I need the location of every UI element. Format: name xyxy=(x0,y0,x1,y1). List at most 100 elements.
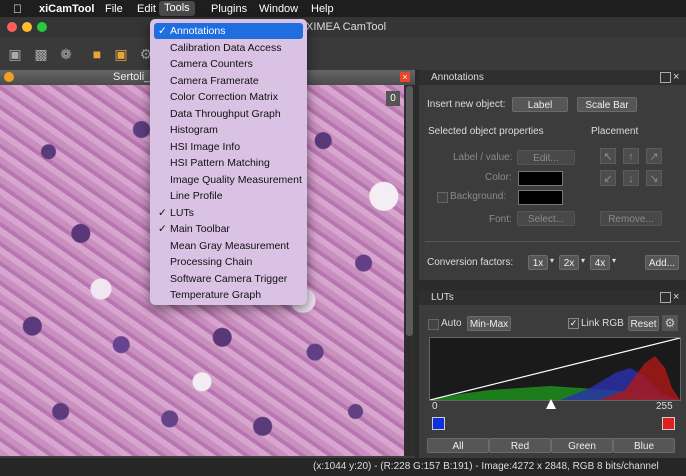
luts-panel-header: LUTs × xyxy=(419,290,686,305)
factor-1x[interactable]: 1x xyxy=(528,255,548,270)
arrow-up-icon[interactable]: ↑ xyxy=(623,148,639,164)
menu-item-histogram[interactable]: Histogram xyxy=(154,122,303,138)
menu-item-processing-chain[interactable]: Processing Chain xyxy=(154,254,303,270)
conversion-factors-label: Conversion factors: xyxy=(427,257,514,268)
menu-item-luts[interactable]: ✓ LUTs xyxy=(154,205,303,221)
channel-tab-all[interactable]: All xyxy=(427,438,489,453)
background-label: Background: xyxy=(450,191,507,202)
auto-checkbox[interactable] xyxy=(428,319,439,330)
open-folder-icon[interactable]: ■ xyxy=(88,45,106,63)
select-font-button[interactable]: Select... xyxy=(517,211,575,226)
camera-icon[interactable]: ▩ xyxy=(32,45,50,63)
image-counter: 0 xyxy=(386,91,400,106)
save-icon[interactable]: ▣ xyxy=(112,45,130,63)
menu-item-camera-framerate[interactable]: Camera Framerate xyxy=(154,73,303,89)
menu-edit[interactable]: Edit xyxy=(137,2,156,16)
insert-label-button[interactable]: Label xyxy=(512,97,568,112)
red-color-swatch[interactable] xyxy=(662,417,675,430)
main-toolbar: ▣ ▩ ❁ ■ ▣ ⚙ xyxy=(0,37,686,71)
tools-menu: ✓ Annotations Calibration Data Access Cam… xyxy=(150,19,307,305)
lut-axis-max: 255 xyxy=(656,401,673,412)
dropdown-arrow-icon[interactable]: ▾ xyxy=(581,256,585,265)
add-factor-button[interactable]: Add... xyxy=(645,255,679,270)
divider xyxy=(425,241,680,242)
fullscreen-icon[interactable]: ▣ xyxy=(6,45,24,63)
arrow-down-right-icon[interactable]: ↘ xyxy=(646,170,662,186)
menu-plugins[interactable]: Plugins xyxy=(211,2,247,16)
menu-item-software-camera-trigger[interactable]: Software Camera Trigger xyxy=(154,271,303,287)
close-icon[interactable]: × xyxy=(400,72,410,82)
dropdown-arrow-icon[interactable]: ▾ xyxy=(612,256,616,265)
annotations-panel: Annotations × Insert new object: Label S… xyxy=(419,70,686,280)
lut-histogram-svg xyxy=(430,338,680,400)
remove-button[interactable]: Remove... xyxy=(600,211,662,226)
channel-tab-blue[interactable]: Blue xyxy=(613,438,675,453)
dropdown-arrow-icon[interactable]: ▾ xyxy=(550,256,554,265)
menu-item-calibration-data-access[interactable]: Calibration Data Access xyxy=(154,40,303,56)
background-checkbox[interactable] xyxy=(437,192,448,203)
float-panel-icon[interactable] xyxy=(660,72,671,83)
color-label: Color: xyxy=(485,172,512,183)
menu-item-temperature-graph[interactable]: Temperature Graph xyxy=(154,287,303,303)
auto-label: Auto xyxy=(441,318,462,329)
float-panel-icon[interactable] xyxy=(660,292,671,303)
close-panel-icon[interactable]: × xyxy=(673,70,679,85)
channel-tab-green[interactable]: Green xyxy=(551,438,613,453)
scrollbar-thumb[interactable] xyxy=(406,86,413,336)
menu-tools[interactable]: Tools xyxy=(159,1,195,16)
menu-help[interactable]: Help xyxy=(311,2,334,16)
status-text: (x:1044 y:20) - (R:228 G:157 B:191) - Im… xyxy=(313,461,659,472)
factor-4x[interactable]: 4x xyxy=(590,255,610,270)
image-scrollbar[interactable] xyxy=(404,85,415,456)
shutter-icon[interactable]: ❁ xyxy=(57,45,75,63)
menu-item-line-profile[interactable]: Line Profile xyxy=(154,188,303,204)
checkmark-icon: ✓ xyxy=(158,206,167,219)
placement-heading: Placement xyxy=(591,126,639,137)
close-panel-icon[interactable]: × xyxy=(673,290,679,305)
menu-item-image-quality-measurement[interactable]: Image Quality Measurement xyxy=(154,172,303,188)
arrow-up-right-icon[interactable]: ↗ xyxy=(646,148,662,164)
panel-title: LUTs xyxy=(431,292,454,303)
reset-button[interactable]: Reset xyxy=(628,316,659,331)
menu-bar:  xiCamTool File Edit Tools Plugins Wind… xyxy=(0,0,686,17)
menu-window[interactable]: Window xyxy=(259,2,298,16)
menu-item-data-throughput-graph[interactable]: Data Throughput Graph xyxy=(154,106,303,122)
checkmark-icon: ✓ xyxy=(158,223,167,235)
menu-item-mean-gray-measurement[interactable]: Mean Gray Measurement xyxy=(154,238,303,254)
lut-histogram[interactable] xyxy=(429,337,681,401)
annotations-panel-header: Annotations × xyxy=(419,70,686,85)
channel-tab-red[interactable]: Red xyxy=(489,438,551,453)
luts-panel: LUTs × Auto Min-Max ✓ Link RGB Reset ⚙ 0… xyxy=(419,290,686,458)
factor-2x[interactable]: 2x xyxy=(559,255,579,270)
color-swatch[interactable] xyxy=(518,171,563,186)
arrow-up-left-icon[interactable]: ↖ xyxy=(600,148,616,164)
insert-object-label: Insert new object: xyxy=(427,99,506,110)
minimize-window-button[interactable] xyxy=(22,22,32,32)
edit-button[interactable]: Edit... xyxy=(517,150,575,165)
arrow-down-left-icon[interactable]: ↙ xyxy=(600,170,616,186)
zoom-window-button[interactable] xyxy=(37,22,47,32)
background-swatch[interactable] xyxy=(518,190,563,205)
font-label: Font: xyxy=(489,214,512,225)
apple-icon[interactable]:  xyxy=(13,2,22,16)
menu-item-hsi-image-info[interactable]: HSI Image Info xyxy=(154,139,303,155)
menu-file[interactable]: File xyxy=(105,2,123,16)
menu-item-hsi-pattern-matching[interactable]: HSI Pattern Matching xyxy=(154,155,303,171)
lut-axis-min: 0 xyxy=(432,401,438,412)
insert-scale-bar-button[interactable]: Scale Bar xyxy=(577,97,637,112)
close-window-button[interactable] xyxy=(7,22,17,32)
image-window-icon xyxy=(4,72,14,82)
arrow-down-icon[interactable]: ↓ xyxy=(623,170,639,186)
selected-properties-heading: Selected object properties xyxy=(428,126,544,137)
gear-icon[interactable]: ⚙ xyxy=(662,315,678,331)
menu-item-annotations[interactable]: ✓ Annotations xyxy=(154,23,303,39)
midpoint-slider-handle[interactable] xyxy=(546,399,556,409)
menu-item-camera-counters[interactable]: Camera Counters xyxy=(154,56,303,72)
label-value-label: Label / value: xyxy=(453,152,513,163)
link-rgb-checkbox[interactable]: ✓ xyxy=(568,318,579,329)
menu-item-main-toolbar[interactable]: ✓ Main Toolbar xyxy=(154,221,303,237)
menu-item-color-correction-matrix[interactable]: Color Correction Matrix xyxy=(154,89,303,105)
min-max-button[interactable]: Min-Max xyxy=(467,316,511,331)
app-name[interactable]: xiCamTool xyxy=(39,2,94,16)
blue-color-swatch[interactable] xyxy=(432,417,445,430)
